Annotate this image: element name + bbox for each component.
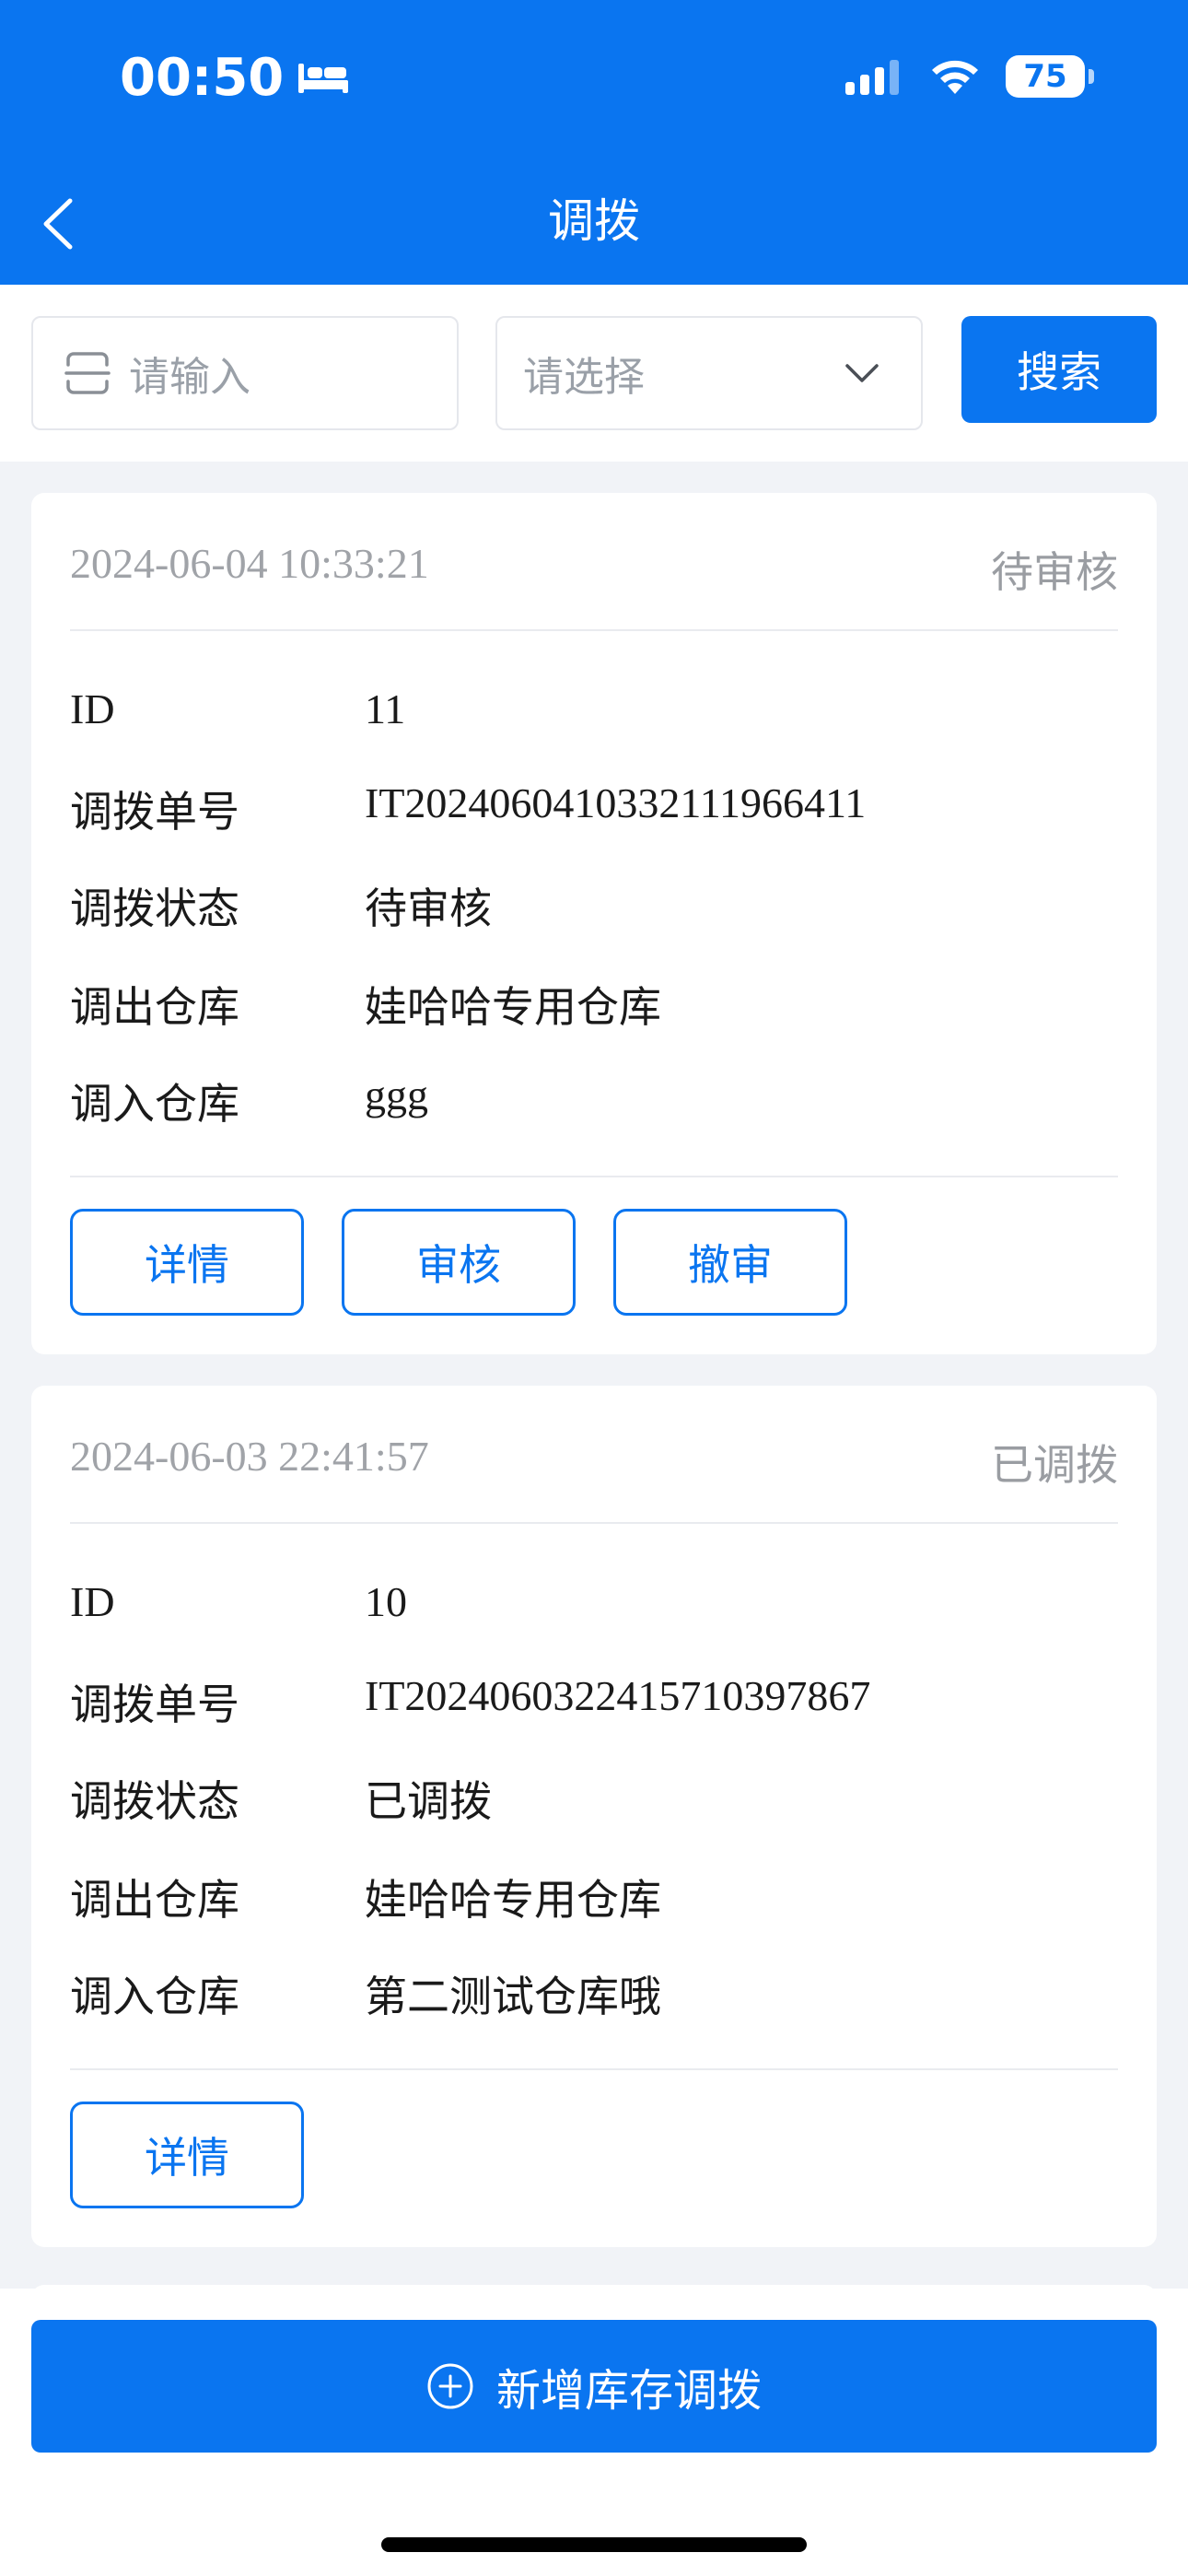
status-select[interactable]: 请选择 [495, 316, 923, 430]
row-value: IT2024060410332111966411 [365, 779, 867, 826]
search-input[interactable]: 请输入 [31, 316, 459, 430]
detail-button[interactable]: 详情 [70, 1209, 304, 1316]
row-label: ID [70, 685, 115, 732]
search-bar: 请输入 请选择 搜索 [0, 285, 1188, 462]
divider [70, 1176, 1118, 1177]
row-value: ggg [365, 1071, 428, 1118]
card-header: 2024-06-04 10:33:21 待审核 [70, 539, 1118, 603]
wifi-icon [932, 60, 978, 94]
sleep-bed-icon [298, 63, 349, 93]
card-status: 待审核 [991, 547, 1118, 597]
revoke-approval-button[interactable]: 撤审 [613, 1209, 847, 1316]
row-value: 已调拨 [365, 1776, 492, 1826]
plus-circle-icon [427, 2363, 473, 2409]
row-value: 娃哈哈专用仓库 [365, 1875, 661, 1925]
row-label: ID [70, 1578, 115, 1625]
add-transfer-button[interactable]: 新增库存调拨 [31, 2320, 1157, 2453]
row-label: 调拨状态 [70, 1776, 239, 1826]
row-value: 10 [365, 1578, 407, 1625]
status-select-placeholder: 请选择 [523, 354, 645, 401]
header: 00:50 75 调拨 [0, 0, 1188, 285]
row-value: 娃哈哈专用仓库 [365, 982, 661, 1032]
detail-button[interactable]: 详情 [70, 2102, 304, 2208]
approve-button[interactable]: 审核 [342, 1209, 576, 1316]
search-button[interactable]: 搜索 [961, 316, 1157, 423]
row-label: 调拨状态 [70, 884, 239, 933]
home-indicator[interactable] [381, 2537, 807, 2552]
row-value: 第二测试仓库哦 [365, 1972, 661, 2021]
transfer-card: 2024-06-03 22:41:57 已调拨 ID 10 调拨单号 IT202… [31, 1386, 1157, 2247]
card-time: 2024-06-04 10:33:21 [70, 540, 429, 587]
row-label: 调出仓库 [70, 1875, 239, 1925]
row-label: 调出仓库 [70, 982, 239, 1032]
row-value: 待审核 [365, 884, 492, 933]
card-status: 已调拨 [991, 1440, 1118, 1490]
row-label: 调入仓库 [70, 1972, 239, 2021]
status-icons: 75 [844, 55, 1094, 98]
search-input-placeholder: 请输入 [129, 354, 250, 401]
chevron-down-icon [845, 364, 879, 382]
row-value: 11 [365, 685, 406, 732]
scan-icon[interactable] [64, 350, 111, 396]
row-value: IT2024060322415710397867 [365, 1672, 871, 1719]
signal-icon [845, 60, 899, 95]
row-label: 调拨单号 [70, 1680, 239, 1729]
card-time: 2024-06-03 22:41:57 [70, 1433, 429, 1480]
battery-indicator: 75 [1006, 55, 1094, 98]
clock: 00:50 [120, 48, 285, 108]
status-time: 00:50 [120, 48, 350, 108]
row-label: 调入仓库 [70, 1079, 239, 1129]
page-title: 调拨 [548, 194, 640, 248]
divider [70, 2068, 1118, 2070]
divider [70, 629, 1118, 631]
card-header: 2024-06-03 22:41:57 已调拨 [70, 1432, 1118, 1496]
row-label: 调拨单号 [70, 787, 239, 837]
transfer-card: 2024-06-04 10:33:21 待审核 ID 11 调拨单号 IT202… [31, 493, 1157, 1354]
add-transfer-label: 新增库存调拨 [495, 2365, 762, 2417]
divider [70, 1522, 1118, 1524]
